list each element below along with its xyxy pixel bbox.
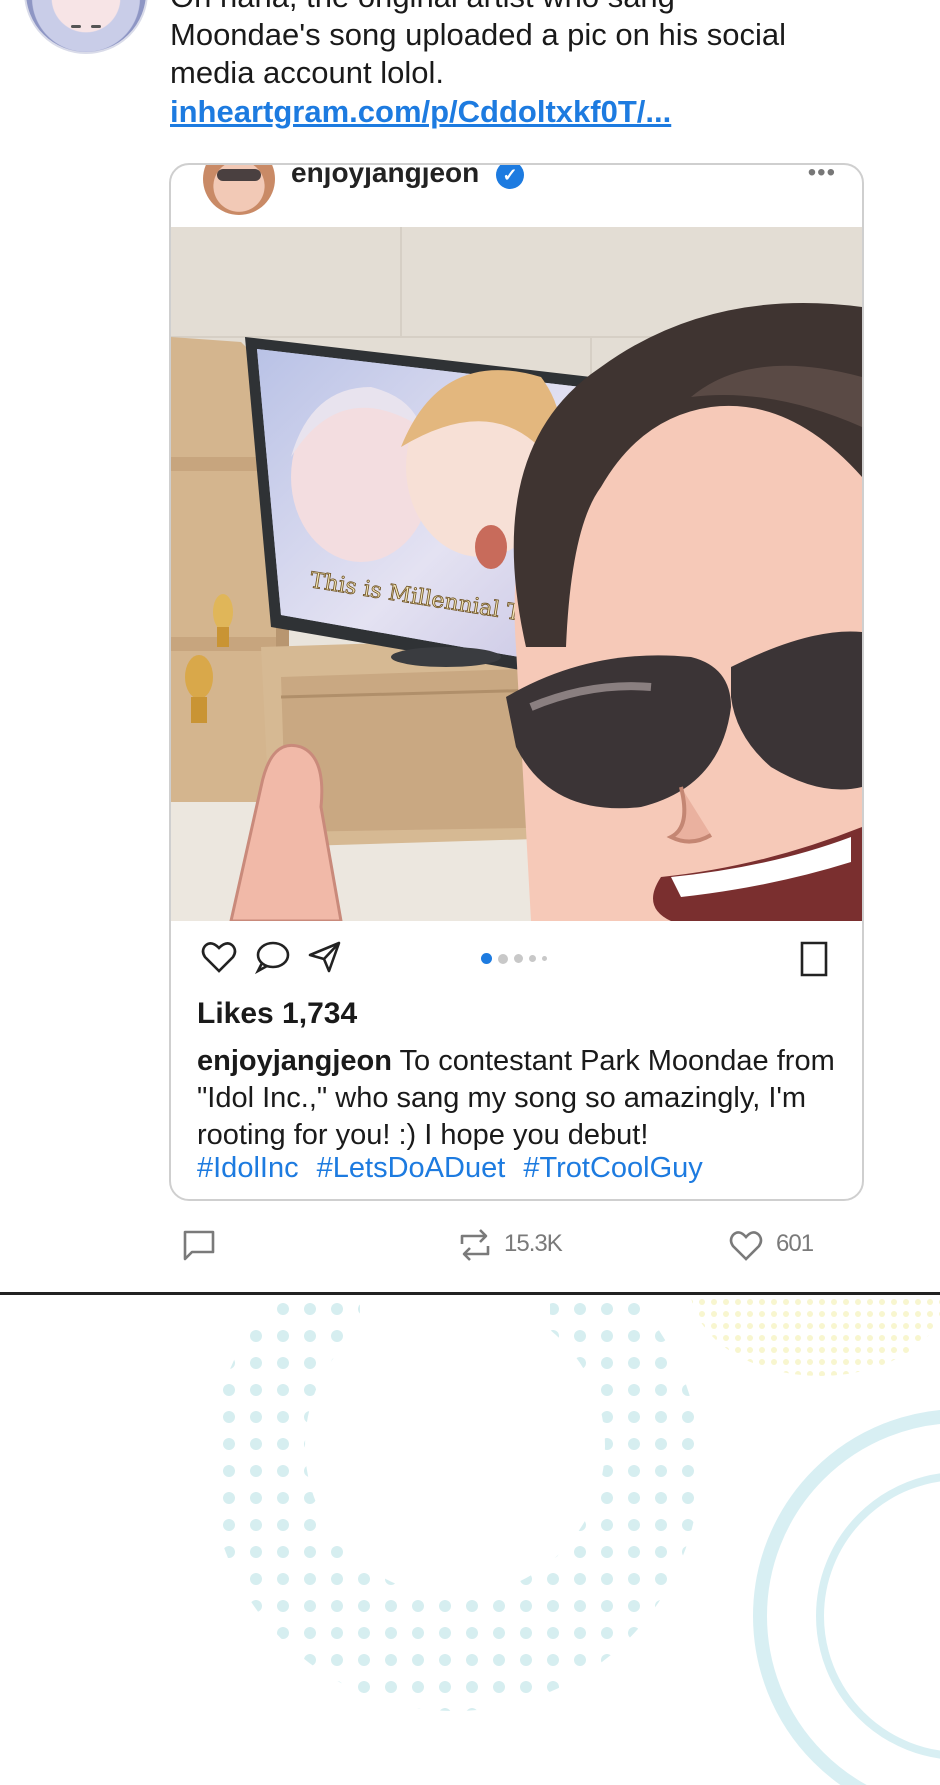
retweet-count: 15.3K — [504, 1230, 563, 1257]
post-image[interactable]: This is Millennial Trot — [171, 227, 862, 921]
post-action-bar — [171, 935, 862, 985]
likes-count: Likes 1,734 — [197, 997, 358, 1030]
avatar-eye — [91, 25, 101, 28]
section-divider — [0, 1292, 940, 1295]
share-icon[interactable] — [305, 937, 345, 977]
selfie-illustration: This is Millennial Trot — [171, 227, 862, 921]
carousel-dot — [542, 956, 547, 961]
carousel-dot — [498, 953, 508, 964]
carousel-dot — [514, 954, 523, 963]
hashtag-list: #IdolInc #LetsDoADuet #TrotCoolGuy — [197, 1152, 713, 1185]
carousel-indicator — [481, 953, 547, 964]
author-avatar[interactable] — [24, 0, 148, 54]
post-link[interactable]: inheartgram.com/p/Cddoltxkf0T/... — [170, 93, 671, 131]
like-heart-icon[interactable] — [728, 1228, 764, 1262]
more-options-icon[interactable]: ••• — [808, 165, 836, 187]
tweet-text-line: media account lolol. — [170, 55, 444, 90]
post-caption: enjoyjangjeon To contestant Park Moondae… — [197, 1043, 847, 1154]
comment-icon[interactable] — [253, 937, 293, 977]
like-count: 601 — [776, 1230, 814, 1257]
post-username[interactable]: enjoyjangjeon — [291, 165, 479, 189]
post-header: enjoyjangjeon ✓ ••• — [171, 165, 862, 227]
embedded-post-card[interactable]: enjoyjangjeon ✓ ••• This is Millennial T… — [169, 163, 864, 1201]
heart-icon[interactable] — [199, 937, 239, 977]
hashtag[interactable]: #IdolInc — [197, 1152, 299, 1184]
retweet-icon[interactable] — [456, 1228, 494, 1262]
carousel-dot-active — [481, 953, 492, 964]
reply-icon[interactable] — [182, 1228, 216, 1262]
tweet-text: Oh haha, the original artist who sang Mo… — [170, 0, 870, 92]
hashtag[interactable]: #TrotCoolGuy — [523, 1152, 702, 1184]
tweet-text-line: Moondae's song uploaded a pic on his soc… — [170, 17, 787, 52]
tweet-action-bar: 15.3K 601 — [0, 1220, 940, 1270]
verified-badge-icon: ✓ — [496, 165, 524, 189]
decorative-background — [0, 1296, 940, 1785]
post-author-avatar[interactable] — [203, 165, 275, 215]
caption-username[interactable]: enjoyjangjeon — [197, 1045, 392, 1077]
hashtag[interactable]: #LetsDoADuet — [317, 1152, 506, 1184]
avatar-eye — [71, 25, 81, 28]
bookmark-icon[interactable] — [794, 939, 834, 979]
carousel-dot — [529, 955, 536, 962]
sunglasses-shape — [217, 169, 261, 181]
dotted-pattern — [0, 1296, 940, 1785]
tweet-text-line: Oh haha, the original artist who sang — [170, 0, 870, 16]
